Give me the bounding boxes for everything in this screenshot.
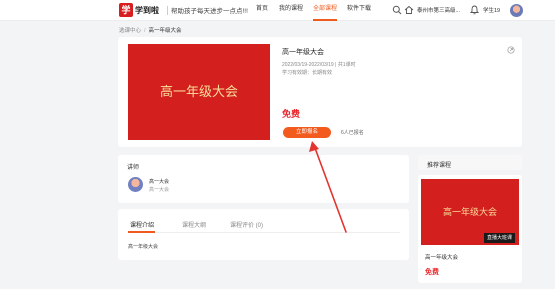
- course-intro-text: 高一年级大会: [128, 244, 159, 250]
- live-class-badge: 直播大班课: [484, 233, 516, 243]
- lecturer-name: 高一大会: [149, 179, 170, 185]
- user-avatar[interactable]: [510, 4, 523, 17]
- nav-all-courses[interactable]: 全部课程: [313, 0, 338, 21]
- tab-course-intro[interactable]: 课程介绍: [130, 220, 154, 229]
- logo-mark: 学: [119, 3, 133, 17]
- nav-software-download[interactable]: 软件下载: [347, 0, 371, 21]
- site-logo[interactable]: 学 学到啦: [119, 3, 159, 17]
- nav-my-courses[interactable]: 我的课程: [279, 0, 303, 21]
- recommend-course-name[interactable]: 高一年级大会: [425, 253, 458, 261]
- bell-icon[interactable]: [470, 5, 479, 15]
- tab-course-outline[interactable]: 课程大纲: [182, 220, 206, 229]
- lecturer-section-title: 讲师: [127, 165, 140, 171]
- course-dates: 2022/03/19-2022/03/19 | 共1课时: [282, 62, 356, 68]
- lecturer-avatar: [128, 177, 143, 192]
- share-icon[interactable]: [507, 46, 515, 54]
- enroll-button[interactable]: 立即报名: [283, 127, 331, 138]
- slogan: 帮助孩子每天进步一点点!!!: [171, 8, 248, 15]
- recommend-course-price: 免费: [425, 269, 439, 276]
- breadcrumb-current: 高一年级大会: [148, 28, 182, 34]
- breadcrumb-home[interactable]: 选课中心: [119, 28, 141, 34]
- tab-course-reviews[interactable]: 课程评价 (0): [230, 220, 263, 229]
- search-icon[interactable]: [392, 5, 402, 15]
- breadcrumb: 选课中心 / 高一年级大会: [119, 26, 182, 34]
- course-price: 免费: [282, 109, 301, 119]
- school-name[interactable]: 泰州市第三高级...: [417, 6, 460, 14]
- course-title: 高一年级大会: [282, 49, 324, 56]
- lecturer-desc: 高一大会: [149, 187, 170, 193]
- header-divider: [167, 6, 168, 15]
- lecturer-card: 讲师 高一大会 高一大会: [118, 155, 409, 203]
- active-tab-indicator: [128, 231, 155, 233]
- username[interactable]: 学生19: [483, 6, 500, 14]
- enrolled-count: 6人已报名: [341, 130, 364, 136]
- nav-home[interactable]: 首页: [256, 0, 268, 21]
- top-header: 学 学到啦 帮助孩子每天进步一点点!!! 首页 我的课程 全部课程 软件下载 泰…: [0, 0, 555, 21]
- recommend-section-title: 推荐课程: [427, 163, 452, 169]
- course-validity: 学习有效期：长期有效: [282, 70, 333, 76]
- course-card: 高一年级大会 高一年级大会 2022/03/19-2022/03/19 | 共1…: [118, 37, 522, 147]
- course-cover: 高一年级大会: [128, 44, 270, 140]
- logo-text: 学到啦: [135, 4, 159, 15]
- course-tabs-card: 课程介绍 课程大纲 课程评价 (0) 高一年级大会: [118, 209, 409, 260]
- tabs-divider: [128, 232, 400, 233]
- breadcrumb-separator: /: [144, 28, 146, 34]
- school-icon: [404, 5, 414, 14]
